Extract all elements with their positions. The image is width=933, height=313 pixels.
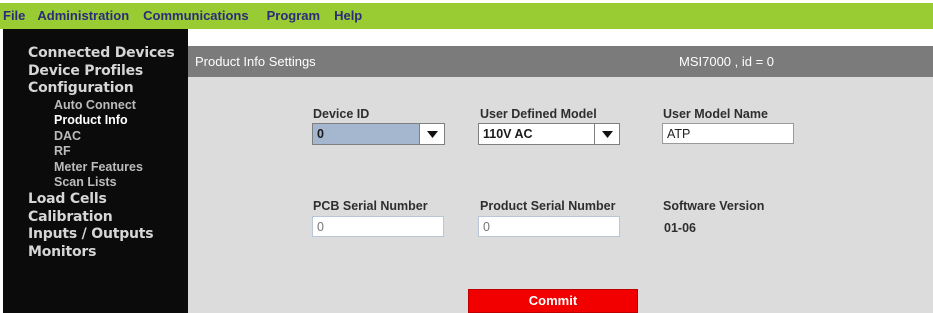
menu-file[interactable]: File <box>0 3 30 29</box>
pcb-serial-input[interactable] <box>312 216 444 237</box>
sidebar-item-monitors[interactable]: Monitors <box>3 244 188 262</box>
menu-administration[interactable]: Administration <box>30 3 136 29</box>
menu-program[interactable]: Program <box>256 3 327 29</box>
device-id-select[interactable]: 0 <box>312 123 445 145</box>
software-version-label: Software Version <box>663 199 765 213</box>
sidebar-item-configuration[interactable]: Configuration <box>3 80 188 98</box>
pcb-serial-label: PCB Serial Number <box>313 199 428 213</box>
product-info-panel: Device ID 0 User Defined Model 110V AC U… <box>188 77 933 313</box>
menu-bar: File Administration Communications Progr… <box>0 3 933 29</box>
sidebar-item-dac[interactable]: DAC <box>3 129 188 145</box>
sidebar-item-calibration[interactable]: Calibration <box>3 209 188 227</box>
panel-header: Product Info Settings MSI7000 , id = 0 <box>188 46 933 77</box>
software-version-value: 01-06 <box>664 221 696 235</box>
app-window: File Administration Communications Progr… <box>0 0 933 313</box>
sidebar-item-load-cells[interactable]: Load Cells <box>3 191 188 209</box>
user-defined-model-label: User Defined Model <box>480 107 597 121</box>
sidebar-item-connected-devices[interactable]: Connected Devices <box>3 45 188 63</box>
sidebar-nav: Connected Devices Device Profiles Config… <box>3 29 188 313</box>
sidebar-item-auto-connect[interactable]: Auto Connect <box>3 98 188 114</box>
sidebar-item-inputs-outputs[interactable]: Inputs / Outputs <box>3 226 188 244</box>
product-serial-label: Product Serial Number <box>480 199 616 213</box>
user-defined-model-value: 110V AC <box>483 127 533 141</box>
device-id-label: Device ID <box>313 107 370 121</box>
commit-button[interactable]: Commit <box>468 289 638 313</box>
sidebar-item-meter-features[interactable]: Meter Features <box>3 160 188 176</box>
user-model-name-input[interactable] <box>662 123 794 144</box>
product-serial-input[interactable] <box>478 216 620 237</box>
sidebar-item-device-profiles[interactable]: Device Profiles <box>3 63 188 81</box>
page-title: Product Info Settings <box>195 54 316 69</box>
device-indicator: MSI7000 , id = 0 <box>679 54 775 69</box>
user-defined-model-select[interactable]: 110V AC <box>478 123 620 145</box>
device-id-value: 0 <box>317 127 324 141</box>
menu-communications[interactable]: Communications <box>136 3 255 29</box>
sidebar-item-product-info[interactable]: Product Info <box>3 113 188 129</box>
sidebar-item-rf[interactable]: RF <box>3 144 188 160</box>
sidebar-item-scan-lists[interactable]: Scan Lists <box>3 175 188 191</box>
chevron-down-icon[interactable] <box>594 124 619 144</box>
chevron-down-icon[interactable] <box>419 124 444 144</box>
user-model-name-label: User Model Name <box>663 107 768 121</box>
menu-help[interactable]: Help <box>327 3 369 29</box>
